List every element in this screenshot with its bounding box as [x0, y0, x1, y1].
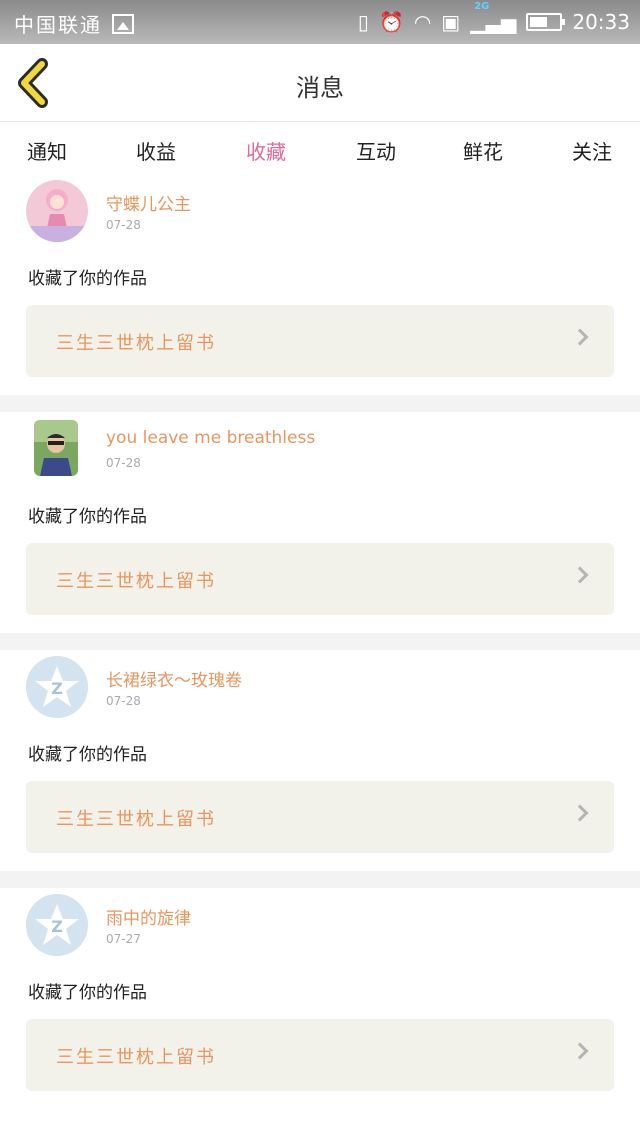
network-type: 2G — [474, 1, 490, 12]
message-text: 收藏了你的作品 — [28, 983, 147, 1003]
tab-notifications[interactable]: 通知 — [27, 136, 67, 165]
tab-label: 互动 — [356, 140, 396, 164]
work-title: 三生三世枕上留书 — [56, 333, 216, 354]
tab-label: 通知 — [27, 140, 67, 164]
tab-bar: 通知 收益 收藏 互动 鲜花 关注 — [0, 122, 640, 179]
avatar[interactable]: Z — [26, 894, 88, 956]
user-avatar-icon — [34, 420, 78, 476]
message-date: 07-28 — [106, 456, 141, 470]
message-text: 收藏了你的作品 — [28, 507, 147, 527]
message-card: 守蝶儿公主 07-28 收藏了你的作品 三生三世枕上留书 — [0, 174, 640, 395]
signal-icon: 2G ▁▃▅ — [470, 1, 517, 34]
work-title: 三生三世枕上留书 — [56, 809, 216, 830]
default-avatar-icon: Z — [26, 894, 88, 956]
tab-label: 鲜花 — [463, 140, 503, 164]
page-title: 消息 — [296, 74, 344, 102]
battery-level — [530, 17, 548, 27]
chevron-right-icon — [571, 328, 589, 346]
user-name[interactable]: 雨中的旋律 — [106, 904, 191, 929]
svg-text:Z: Z — [51, 917, 63, 936]
message-text: 收藏了你的作品 — [28, 269, 147, 289]
carrier-name: 中国联通 — [14, 13, 102, 37]
message-date: 07-28 — [106, 218, 141, 232]
tab-favorites[interactable]: 收藏 — [246, 136, 286, 179]
divider — [0, 871, 640, 888]
user-name[interactable]: you leave me breathless — [106, 428, 315, 448]
message-date: 07-27 — [106, 932, 141, 946]
user-name[interactable]: 守蝶儿公主 — [106, 190, 191, 215]
user-name[interactable]: 长裙绿衣～玫瑰卷 — [106, 666, 242, 691]
app-header: 消息 — [0, 44, 640, 122]
tab-label: 收藏 — [246, 140, 286, 164]
work-title: 三生三世枕上留书 — [56, 1047, 216, 1068]
message-text: 收藏了你的作品 — [28, 745, 147, 765]
status-bar: 中国联通 ▯ ⏰ ◠ ▣ 2G ▁▃▅ 20:33 — [0, 0, 640, 44]
sim-icon: ▣ — [441, 10, 461, 34]
tab-label: 关注 — [572, 140, 612, 164]
svg-text:Z: Z — [51, 679, 63, 698]
chevron-right-icon — [571, 804, 589, 822]
message-card: Z 雨中的旋律 07-27 收藏了你的作品 三生三世枕上留书 — [0, 888, 640, 1109]
work-link[interactable]: 三生三世枕上留书 — [26, 781, 614, 853]
clock: 20:33 — [572, 10, 630, 34]
vibrate-icon: ▯ — [357, 10, 369, 34]
work-link[interactable]: 三生三世枕上留书 — [26, 543, 614, 615]
avatar[interactable]: Z — [26, 656, 88, 718]
default-avatar-icon: Z — [26, 656, 88, 718]
avatar[interactable] — [26, 180, 88, 242]
avatar[interactable] — [34, 420, 78, 476]
work-link[interactable]: 三生三世枕上留书 — [26, 305, 614, 377]
divider — [0, 395, 640, 412]
alarm-icon: ⏰ — [378, 10, 404, 34]
wifi-icon: ◠ — [413, 10, 432, 34]
message-card: you leave me breathless 07-28 收藏了你的作品 三生… — [0, 412, 640, 633]
divider — [0, 633, 640, 650]
work-title: 三生三世枕上留书 — [56, 571, 216, 592]
chevron-right-icon — [571, 1042, 589, 1060]
message-card: Z 长裙绿衣～玫瑰卷 07-28 收藏了你的作品 三生三世枕上留书 — [0, 650, 640, 871]
chevron-right-icon — [571, 566, 589, 584]
work-link[interactable]: 三生三世枕上留书 — [26, 1019, 614, 1091]
tab-flowers[interactable]: 鲜花 — [463, 136, 503, 165]
tab-following[interactable]: 关注 — [572, 136, 612, 165]
battery-icon — [526, 13, 566, 31]
tab-label: 收益 — [136, 140, 176, 164]
message-list: 守蝶儿公主 07-28 收藏了你的作品 三生三世枕上留书 you leave m… — [0, 174, 640, 1109]
tab-earnings[interactable]: 收益 — [136, 136, 176, 165]
image-notification-icon — [112, 13, 134, 34]
message-date: 07-28 — [106, 694, 141, 708]
user-avatar-icon — [26, 180, 88, 242]
tab-interactions[interactable]: 互动 — [356, 136, 396, 165]
